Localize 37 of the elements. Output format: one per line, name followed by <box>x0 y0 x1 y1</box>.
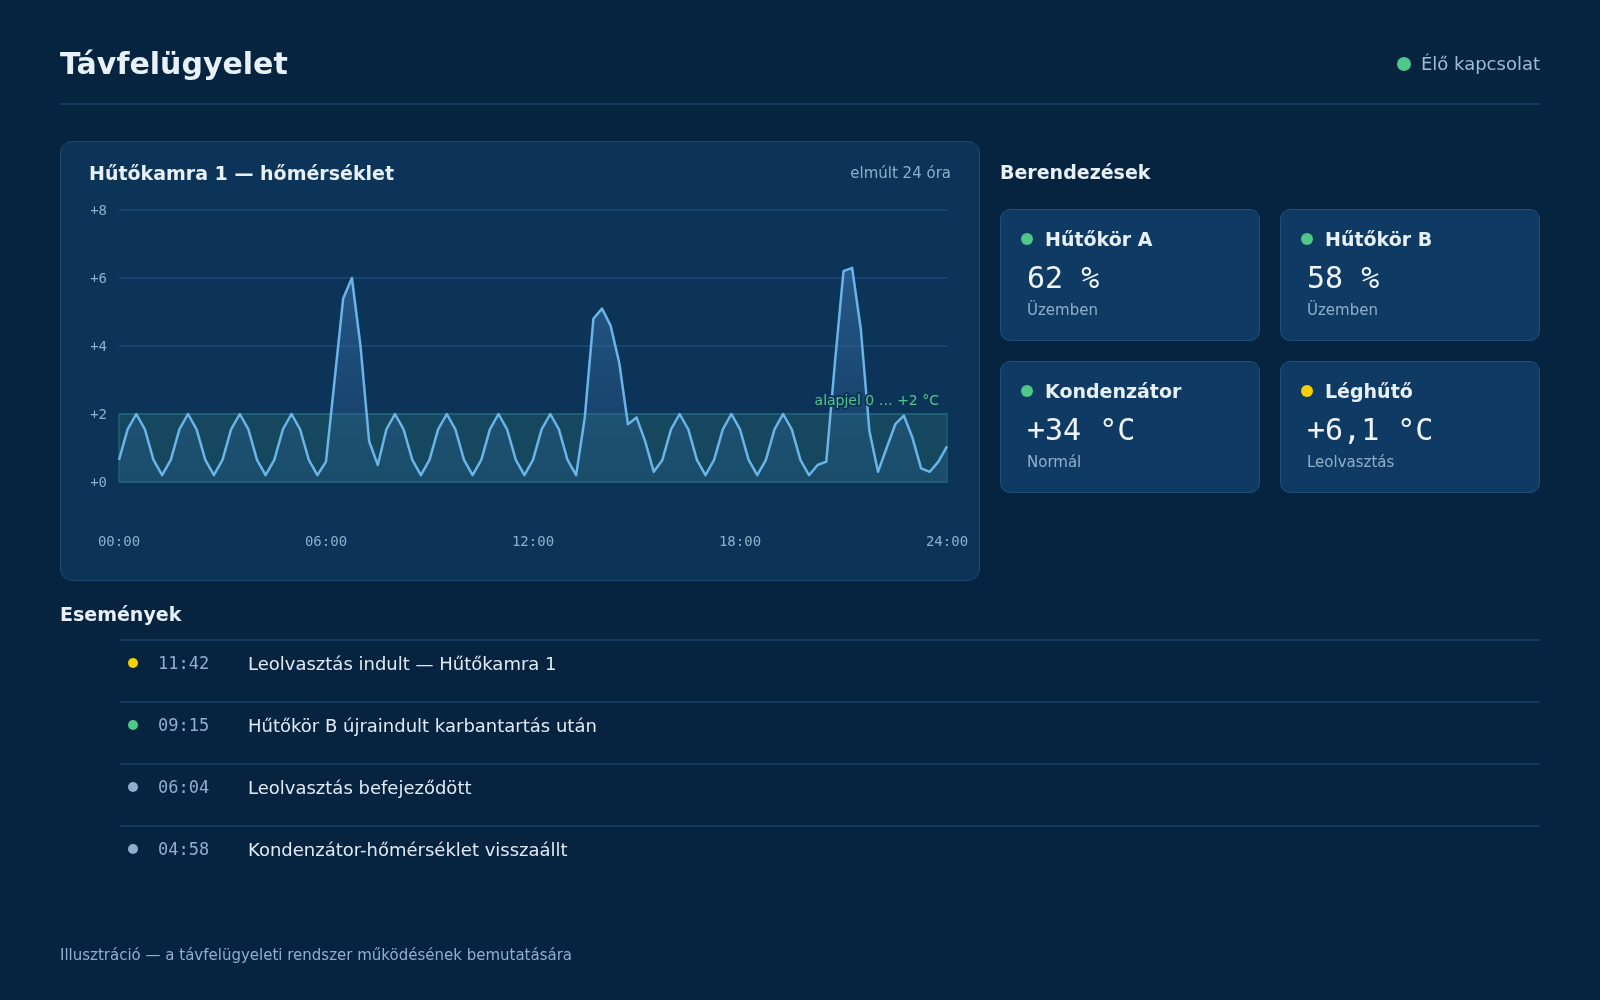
y-tick-label: +6 <box>90 270 107 286</box>
footer-note: Illusztráció — a távfelügyeleti rendszer működésének bemutatására <box>60 946 573 964</box>
page-title: Távfelügyelet <box>60 46 288 81</box>
device-name: Hűtőkör A <box>1045 228 1153 250</box>
event-text: Kondenzátor-hőmérséklet visszaállt <box>248 838 568 860</box>
event-text: Hűtőkör B újraindult karbantartás után <box>248 714 597 736</box>
x-tick-label: 06:00 <box>304 533 348 549</box>
device-state: Normál <box>1027 453 1083 471</box>
y-tick-label: +2 <box>90 406 107 422</box>
device-value: +34 °C <box>1027 412 1137 447</box>
chart-title: Hűtőkamra 1 — hőmérséklet <box>89 162 395 184</box>
device-state: Üzemben <box>1307 301 1379 319</box>
event-text: Leolvasztás indult — Hűtőkamra 1 <box>248 652 557 674</box>
event-time: 06:04 <box>158 777 211 797</box>
device-value: 58 % <box>1307 260 1381 295</box>
section-title: Események <box>60 603 183 625</box>
device-value: 62 % <box>1027 260 1101 295</box>
section-title: Berendezések <box>1000 161 1152 183</box>
event-text: Leolvasztás befejeződött <box>248 776 472 798</box>
x-tick-label: 12:00 <box>511 533 555 549</box>
time-range: elmúlt 24 óra <box>850 164 951 182</box>
event-time: 04:58 <box>158 839 211 859</box>
event-time: 09:15 <box>158 715 211 735</box>
device-state: Üzemben <box>1027 301 1099 319</box>
device-name: Léghűtő <box>1325 380 1413 402</box>
connection-status: Élő kapcsolat <box>1420 53 1540 74</box>
x-tick-label: 18:00 <box>718 533 762 549</box>
y-tick-label: +8 <box>90 202 107 218</box>
x-tick-label: 00:00 <box>97 533 141 549</box>
x-tick-label: 24:00 <box>925 533 969 549</box>
event-time: 11:42 <box>158 653 211 673</box>
y-tick-label: +0 <box>90 474 107 490</box>
device-name: Hűtőkör B <box>1325 228 1433 250</box>
device-name: Kondenzátor <box>1045 380 1182 402</box>
device-value: +6,1 °C <box>1307 412 1435 447</box>
y-tick-label: +4 <box>90 338 107 354</box>
device-state: Leolvasztás <box>1307 453 1396 471</box>
